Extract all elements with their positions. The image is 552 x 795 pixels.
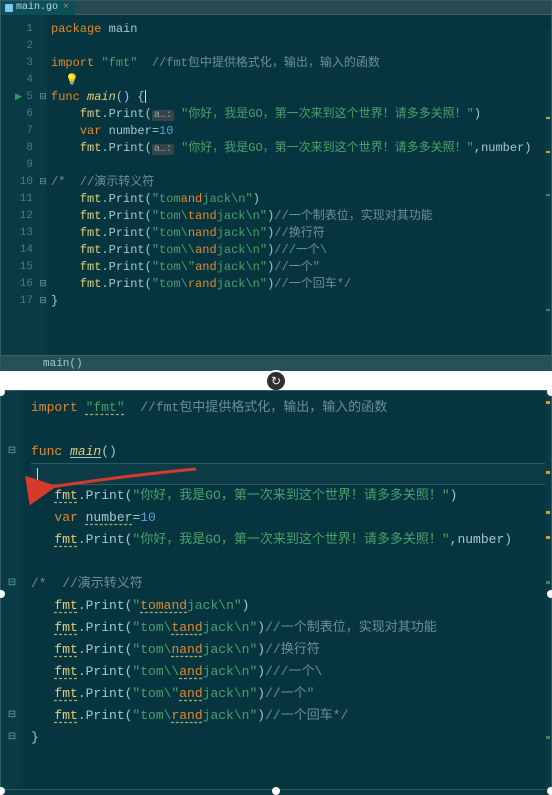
go-file-icon (5, 4, 13, 12)
code-area-top[interactable]: package mainimport "fmt" //fmt包中提供格式化，输出… (47, 15, 551, 371)
selection-handle[interactable] (547, 590, 552, 598)
fold-column-bottom[interactable]: ⊟⊟⊟⊟ (1, 391, 23, 789)
selection-handle[interactable] (547, 388, 552, 396)
scrollbar-top[interactable] (545, 29, 551, 385)
tab-label: main.go (16, 2, 58, 13)
selection-handle[interactable] (0, 787, 5, 795)
editor-pane-top: main.go × 1234▶567891011121314151617 ⊟⊟⊟… (0, 0, 552, 372)
selection-handle[interactable] (547, 787, 552, 795)
tab-bar: main.go × (1, 1, 551, 15)
line-gutter: 1234▶567891011121314151617 (1, 15, 39, 371)
breadcrumb[interactable]: main() (1, 355, 551, 371)
fold-column[interactable]: ⊟⊟⊟⊟ (39, 15, 47, 371)
selection-handle[interactable] (272, 787, 280, 795)
tab-main-go[interactable]: main.go × (1, 1, 75, 15)
breadcrumb-item[interactable]: main() (43, 358, 83, 370)
refresh-icon[interactable]: ↻ (265, 370, 287, 392)
editor-area-top[interactable]: 1234▶567891011121314151617 ⊟⊟⊟⊟ package … (1, 15, 551, 371)
code-area-bottom[interactable]: import "fmt" //fmt包中提供格式化，输出，输入的函数func m… (23, 391, 551, 789)
close-icon[interactable]: × (61, 2, 71, 13)
editor-pane-bottom: ⊟⊟⊟⊟ import "fmt" //fmt包中提供格式化，输出，输入的函数f… (0, 390, 552, 790)
pane-divider[interactable]: ↻ (0, 372, 552, 390)
